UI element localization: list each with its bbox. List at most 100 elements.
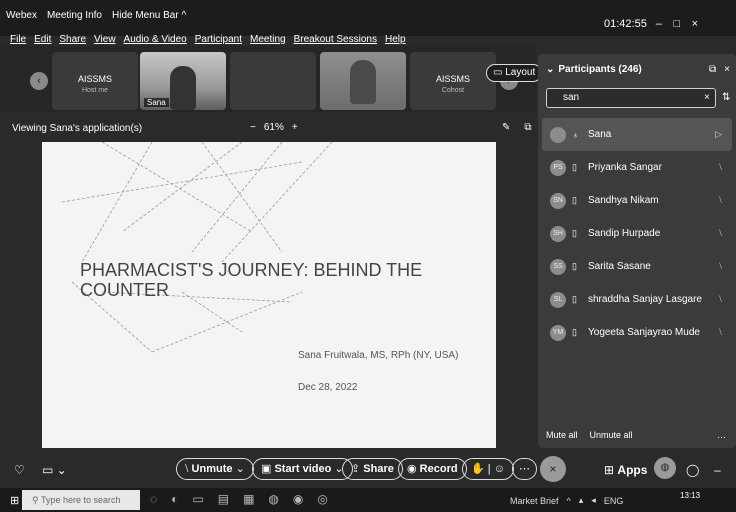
avatar: PS [550, 159, 566, 176]
share-icon: ⇪ [351, 463, 361, 475]
chat-icon[interactable]: ◯ [686, 463, 699, 477]
menu-edit[interactable]: Edit [34, 34, 51, 45]
menu-audio-video[interactable]: Audio & Video [124, 34, 187, 45]
taskbar-clock[interactable]: 13:13 [680, 491, 700, 500]
more-panels-icon[interactable]: – [714, 463, 721, 477]
apps-button[interactable]: ⊞ Apps [604, 463, 647, 477]
hide-menu-bar-button[interactable]: Hide Menu Bar ^ [112, 10, 186, 21]
self-avatar[interactable]: ◍ [654, 457, 676, 479]
mail-icon[interactable]: ▭ [192, 492, 203, 506]
avatar: SS [550, 258, 566, 275]
slide-date: Dec 28, 2022 [298, 382, 358, 393]
chevron-down-icon: ⌄ [235, 463, 245, 475]
participant-row[interactable]: ♁ Sana ▷ [542, 118, 732, 151]
share-button[interactable]: ⇪ Share [342, 458, 403, 480]
unmute-button[interactable]: ⧵ Unmute ⌄ [176, 458, 254, 480]
reactions-button[interactable]: ✋ | ☺ [462, 458, 514, 480]
sharing-icon: ▷ [715, 129, 722, 139]
cortana-icon[interactable]: ◌ [150, 492, 157, 506]
layout-label: Layout [505, 67, 536, 78]
menu-view[interactable]: View [94, 34, 116, 45]
edge-icon[interactable]: ◐ [171, 492, 178, 506]
webex-app-label: Webex [6, 10, 37, 21]
muted-mic-icon: ⧵ [185, 463, 189, 475]
network-icon[interactable]: ▴ [579, 495, 584, 506]
collapse-chevron-icon[interactable]: ⌄ [546, 64, 554, 75]
minimize-icon[interactable]: – [653, 18, 665, 30]
participant-row[interactable]: YM ▯ Yogeeta Sanjayrao Mude ⧵ [542, 316, 732, 349]
meeting-info-button[interactable]: Meeting Info [47, 10, 102, 21]
participant-row[interactable]: SH ▯ Sandip Hurpade ⧵ [542, 217, 732, 250]
popout-panel-icon[interactable]: ⧉ [709, 64, 716, 75]
participants-panel: ⌄ Participants (246) ⧉ × ⚲ san × ⇅ ♁ San… [538, 54, 736, 448]
title-bar: Webex Meeting Info Hide Menu Bar ^ 01:42… [0, 0, 736, 36]
mute-all-button[interactable]: Mute all [546, 430, 578, 440]
paint-icon[interactable]: ◍ [268, 492, 278, 506]
shared-content-slide: PHARMACIST'S JOURNEY: BEHIND THE COUNTER… [42, 142, 496, 448]
taskbar-search-input[interactable]: ⚲ Type here to search [22, 490, 140, 510]
sana-tile-name: Sana [144, 98, 169, 107]
webex-taskbar-icon[interactable]: ◎ [317, 492, 327, 506]
apps-icon: ⊞ [604, 463, 615, 477]
store-icon[interactable]: ▦ [243, 492, 254, 506]
participants-header[interactable]: ⌄ Participants (246) [546, 64, 642, 75]
more-button[interactable]: ⋯ [512, 458, 537, 480]
participant-row[interactable]: SL ▯ shraddha Sanjay Lasgare ⧵ [542, 283, 732, 316]
popout-icon[interactable]: ⧉ [524, 122, 531, 133]
avatar: SH [550, 225, 566, 242]
menu-bar: File Edit Share View Audio & Video Parti… [10, 34, 406, 45]
reactions-icon[interactable]: ♡ [14, 463, 25, 477]
video-tile-empty[interactable] [230, 52, 316, 110]
close-panel-icon[interactable]: × [724, 64, 730, 75]
leave-meeting-button[interactable]: × [540, 456, 566, 482]
muted-mic-icon: ⧵ [719, 195, 722, 205]
video-tile-sana[interactable]: Sana [140, 52, 226, 110]
more-options-icon[interactable]: … [717, 430, 726, 440]
menu-share[interactable]: Share [59, 34, 86, 45]
video-tile-host[interactable]: AISSMS Host me [52, 52, 138, 110]
raise-hand-icon: ✋ [471, 463, 485, 475]
record-button[interactable]: ◉ Record [398, 458, 467, 480]
participant-video [350, 60, 376, 104]
participant-search-input[interactable]: san [546, 88, 716, 108]
muted-mic-icon: ⧵ [719, 294, 722, 304]
cohost-tile-sub: Cohost [441, 87, 465, 94]
participant-row[interactable]: PS ▯ Priyanka Sangar ⧵ [542, 151, 732, 184]
language-indicator[interactable]: ENG [604, 496, 624, 506]
sort-icon[interactable]: ⇅ [722, 92, 730, 103]
captions-icon[interactable]: ▭ ⌄ [42, 463, 67, 477]
participant-name: Sandip Hurpade [588, 228, 661, 239]
windows-start-icon[interactable]: ⊞ [10, 494, 19, 507]
video-tile-cohost[interactable]: AISSMS Cohost [410, 52, 496, 110]
zoom-out-button[interactable]: − [250, 122, 256, 133]
menu-breakout-sessions[interactable]: Breakout Sessions [294, 34, 377, 45]
chrome-icon[interactable]: ◉ [293, 492, 303, 506]
participants-title: Participants (246) [558, 64, 642, 75]
restore-icon[interactable]: □ [671, 18, 683, 30]
weather-widget[interactable]: Market Brief [510, 496, 559, 506]
layout-button[interactable]: ▭ Layout [486, 64, 543, 82]
video-tile-participant[interactable] [320, 52, 406, 110]
menu-participant[interactable]: Participant [195, 34, 242, 45]
menu-meeting[interactable]: Meeting [250, 34, 286, 45]
annotate-icon[interactable]: ✎ [502, 122, 510, 133]
host-tile-label: AISSMS [77, 74, 112, 84]
close-icon[interactable]: × [689, 18, 701, 30]
participant-row[interactable]: SN ▯ Sandhya Nikam ⧵ [542, 184, 732, 217]
volume-icon[interactable]: ◂ [591, 495, 596, 506]
strip-prev-icon[interactable]: ‹ [30, 72, 48, 90]
menu-help[interactable]: Help [385, 34, 406, 45]
unmute-all-button[interactable]: Unmute all [590, 430, 633, 440]
file-explorer-icon[interactable]: ▤ [218, 492, 229, 506]
taskbar-search-placeholder: Type here to search [40, 495, 121, 505]
clear-search-icon[interactable]: × [704, 92, 710, 103]
avatar: YM [550, 324, 566, 341]
zoom-level: 61% [263, 122, 284, 133]
menu-file[interactable]: File [10, 34, 26, 45]
muted-mic-icon: ⧵ [719, 228, 722, 238]
start-video-button[interactable]: ▣ Start video ⌄ [252, 458, 353, 480]
tray-arrow-icon[interactable]: ^ [567, 496, 571, 506]
participant-row[interactable]: SS ▯ Sarita Sasane ⧵ [542, 250, 732, 283]
slide-title: PHARMACIST'S JOURNEY: BEHIND THE COUNTER [80, 260, 423, 300]
zoom-in-button[interactable]: + [292, 122, 298, 133]
